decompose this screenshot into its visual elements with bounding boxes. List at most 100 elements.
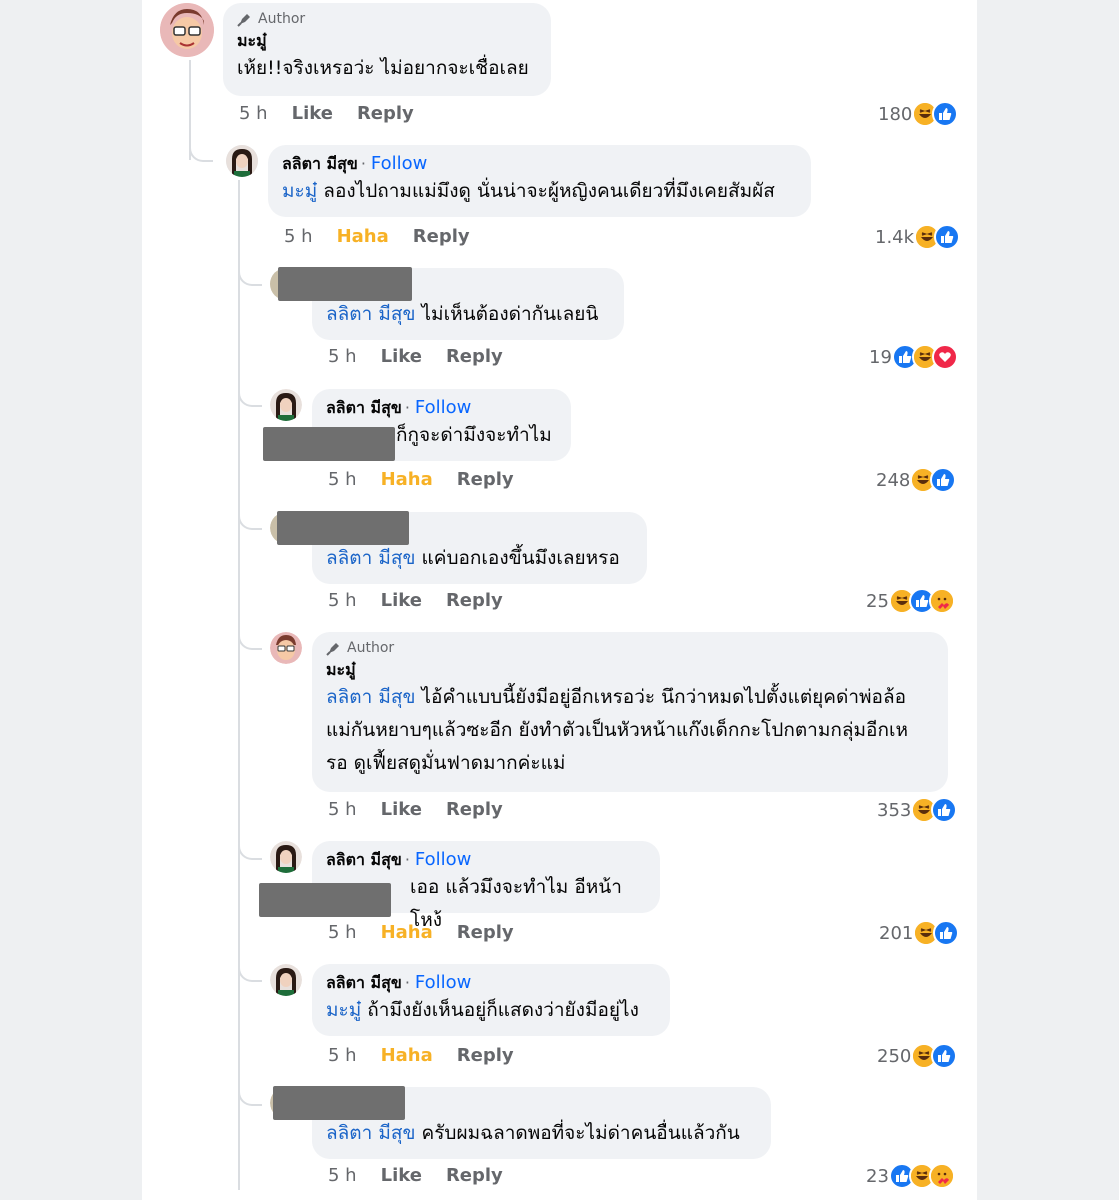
reaction-summary[interactable]: 23: [866, 1163, 955, 1189]
separator-dot: ·: [404, 973, 410, 992]
follow-button[interactable]: Follow: [415, 972, 471, 993]
avatar[interactable]: [160, 3, 214, 57]
haha-button[interactable]: Haha: [381, 922, 433, 943]
mention-link[interactable]: ลลิตา มีสุข: [326, 303, 415, 325]
like-icon: [931, 1043, 958, 1069]
avatar[interactable]: [270, 632, 302, 664]
comment-text-line-3: รอ ดูเฟี้ยสดูมั่นฟาดมากค่ะแม่: [326, 752, 566, 774]
thread-connector: [238, 262, 262, 286]
reply-button[interactable]: Reply: [446, 1165, 503, 1186]
comment-text: แค่บอกเองขึ้นมึงเลยหรอ: [415, 547, 620, 569]
reaction-count: 25: [866, 590, 889, 612]
thread-connector: [238, 1082, 262, 1106]
mention-link[interactable]: ลลิตา มีสุข: [326, 1122, 415, 1144]
care-icon: [928, 1163, 955, 1189]
commenter-name[interactable]: ลลิตา มีสุข: [326, 398, 402, 417]
mention-link[interactable]: ลลิตา มีสุข: [326, 686, 415, 708]
reaction-count: 180: [878, 103, 913, 125]
like-button[interactable]: Like: [381, 799, 422, 820]
like-button[interactable]: Like: [292, 103, 333, 124]
timestamp[interactable]: 5 h: [284, 226, 313, 247]
reaction-summary[interactable]: 19: [869, 344, 958, 370]
love-icon: [931, 344, 958, 370]
commenter-name[interactable]: มะมู๋: [237, 30, 537, 52]
timestamp[interactable]: 5 h: [328, 799, 357, 820]
like-button[interactable]: Like: [381, 346, 422, 367]
reply-button[interactable]: Reply: [413, 226, 470, 247]
avatar[interactable]: [270, 389, 302, 421]
avatar[interactable]: [270, 964, 302, 996]
reaction-count: 201: [879, 922, 914, 944]
reply-button[interactable]: Reply: [357, 103, 414, 124]
reaction-summary[interactable]: 353: [877, 797, 958, 823]
reply-button[interactable]: Reply: [446, 799, 503, 820]
commenter-name[interactable]: ลลิตา มีสุข: [282, 154, 358, 173]
commenter-name[interactable]: มะมู๋: [326, 659, 934, 681]
redaction-block: [273, 1086, 405, 1120]
reaction-summary[interactable]: 201: [879, 920, 960, 946]
like-button[interactable]: Like: [381, 590, 422, 611]
comment-text: ครับผมฉลาดพอที่จะไม่ด่าคนอื่นแล้วกัน: [415, 1122, 740, 1144]
follow-button[interactable]: Follow: [415, 397, 471, 418]
reaction-summary[interactable]: 1.4k: [875, 224, 961, 250]
care-icon: [928, 588, 955, 614]
reply-button[interactable]: Reply: [457, 1045, 514, 1066]
timestamp[interactable]: 5 h: [328, 346, 357, 367]
author-avatar-icon: [160, 3, 214, 57]
comment-actions: 5 h Like Reply: [328, 799, 527, 820]
separator-dot: ·: [404, 398, 410, 417]
reply-button[interactable]: Reply: [457, 469, 514, 490]
like-icon: [930, 467, 957, 493]
comment-actions: 5 h Like Reply: [239, 103, 438, 124]
follow-button[interactable]: Follow: [415, 849, 471, 870]
timestamp[interactable]: 5 h: [328, 1045, 357, 1066]
comment-actions: 5 h Haha Reply: [328, 469, 538, 490]
timestamp[interactable]: 5 h: [328, 922, 357, 943]
haha-button[interactable]: Haha: [337, 226, 389, 247]
author-avatar-icon: [270, 632, 302, 664]
like-button[interactable]: Like: [381, 1165, 422, 1186]
author-badge: Author: [237, 11, 537, 27]
reply-button[interactable]: Reply: [446, 346, 503, 367]
mention-link[interactable]: มะมู๋: [326, 999, 361, 1021]
timestamp[interactable]: 5 h: [239, 103, 268, 124]
user-avatar-icon: [270, 964, 302, 996]
commenter-name[interactable]: ลลิตา มีสุข: [326, 850, 402, 869]
reaction-summary[interactable]: 180: [878, 101, 959, 127]
redaction-block: [259, 883, 391, 917]
comment-actions: 5 h Haha Reply: [328, 1045, 538, 1066]
haha-button[interactable]: Haha: [381, 1045, 433, 1066]
reaction-count: 1.4k: [875, 226, 915, 248]
avatar[interactable]: [226, 145, 258, 177]
comment-bubble: Author มะมู๋ ลลิตา มีสุข ไอ้คำแบบนี้ยังม…: [312, 632, 948, 792]
haha-button[interactable]: Haha: [381, 469, 433, 490]
author-label: Author: [258, 11, 306, 27]
reply-button[interactable]: Reply: [446, 590, 503, 611]
thread-connector: [238, 958, 262, 982]
like-icon: [934, 224, 961, 250]
mention-link[interactable]: ลลิตา มีสุข: [326, 547, 415, 569]
reaction-summary[interactable]: 25: [866, 588, 955, 614]
comment-text: เห้ย!!จริงเหรอว่ะ ไม่อยากจะเชื่อเลย: [237, 57, 529, 79]
avatar[interactable]: [270, 841, 302, 873]
author-badge: Author: [326, 640, 934, 656]
redaction-block: [263, 427, 395, 461]
user-avatar-icon: [226, 145, 258, 177]
thread-connector: [189, 138, 213, 162]
timestamp[interactable]: 5 h: [328, 590, 357, 611]
redaction-block: [278, 267, 412, 301]
timestamp[interactable]: 5 h: [328, 1165, 357, 1186]
comment-text-line-2: แม่กันหยาบๆแล้วซะอีก ยังทำตัวเป็นหัวหน้า…: [326, 719, 908, 741]
like-icon: [932, 101, 959, 127]
reply-button[interactable]: Reply: [457, 922, 514, 943]
pencil-mic-icon: [237, 14, 250, 27]
comment-actions: 5 h Like Reply: [328, 1165, 527, 1186]
reaction-summary[interactable]: 248: [876, 467, 957, 493]
reaction-count: 353: [877, 799, 912, 821]
reaction-count: 248: [876, 469, 911, 491]
mention-link[interactable]: มะมู๋: [282, 180, 317, 202]
reaction-summary[interactable]: 250: [877, 1043, 958, 1069]
follow-button[interactable]: Follow: [371, 153, 427, 174]
commenter-name[interactable]: ลลิตา มีสุข: [326, 973, 402, 992]
timestamp[interactable]: 5 h: [328, 469, 357, 490]
